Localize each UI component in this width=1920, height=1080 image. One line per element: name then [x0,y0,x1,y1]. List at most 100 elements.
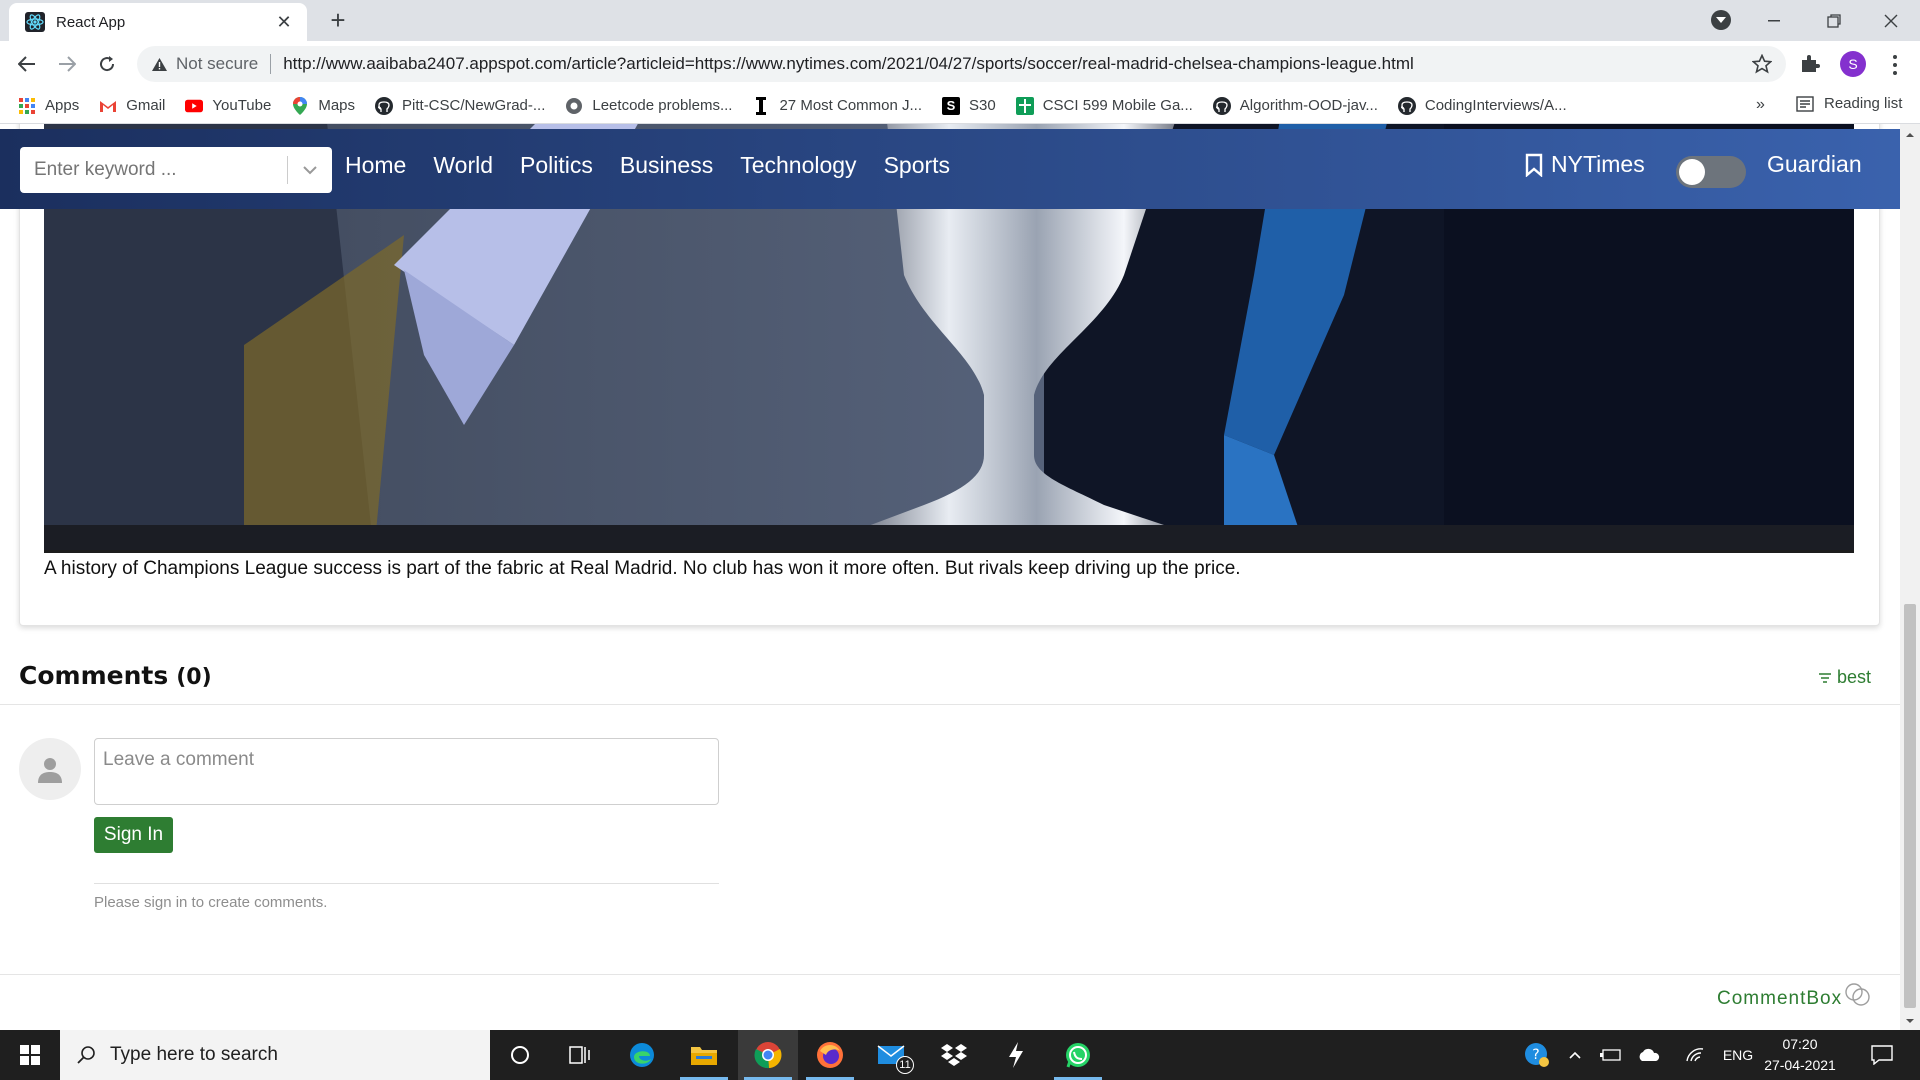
url-text[interactable]: http://www.aaibaba2407.appspot.com/artic… [283,54,1414,74]
reading-list-icon [1796,95,1814,112]
close-window-icon[interactable] [1862,0,1920,41]
guardian-label[interactable]: Guardian [1767,151,1862,178]
nav-link-home[interactable]: Home [345,152,406,179]
bookmark-star-icon[interactable] [1751,53,1773,79]
whatsapp-icon[interactable] [1048,1030,1108,1080]
new-tab-button[interactable]: + [324,5,352,35]
scroll-down-icon[interactable] [1900,1014,1920,1028]
source-toggle-switch[interactable] [1676,156,1746,188]
commentbox-logo-icon [1845,983,1870,1006]
file-explorer-icon[interactable] [674,1030,734,1080]
notifications-icon[interactable] [1862,1030,1902,1080]
nav-link-sports[interactable]: Sports [884,152,950,179]
lightning-app-icon[interactable] [986,1030,1046,1080]
nav-link-politics[interactable]: Politics [520,152,593,179]
reading-list-label: Reading list [1824,95,1903,112]
keyword-search-select[interactable]: Enter keyword ... [20,147,332,193]
bookmark-apps[interactable]: Apps [18,97,79,115]
github-icon [1397,96,1416,115]
forward-arrow-icon[interactable] [50,47,84,81]
s30-icon: S [942,96,961,115]
onedrive-icon[interactable] [1634,1030,1664,1080]
browser-menu-icon[interactable] [1885,53,1905,77]
nav-link-business[interactable]: Business [620,152,713,179]
gmail-icon [99,97,117,115]
bookmark-label: YouTube [212,97,272,114]
restore-icon[interactable] [1805,0,1863,41]
sign-in-button[interactable]: Sign In [94,817,173,853]
windows-taskbar: Type here to search 11 ? ENG 07:20 27-04… [0,1030,1920,1080]
bookmark-algorithm[interactable]: Algorithm-OOD-jav... [1212,96,1378,115]
taskbar-search-placeholder: Type here to search [110,1044,278,1065]
nav-link-world[interactable]: World [433,152,493,179]
comments-divider [0,704,1900,705]
reading-list-button[interactable]: Reading list [1796,95,1902,112]
security-indicator[interactable]: Not secure [151,54,258,74]
more-bookmarks-button[interactable]: » [1756,96,1765,114]
search-icon [77,1046,95,1064]
bookmark-label: Gmail [126,97,166,114]
signin-divider [94,883,719,884]
address-bar[interactable]: Not secure http://www.aaibaba2407.appspo… [137,46,1786,82]
bookmark-csci599[interactable]: CSCI 599 Mobile Ga... [1015,96,1193,115]
chrome-icon[interactable] [738,1030,798,1080]
tab-search-icon[interactable] [1711,10,1731,30]
address-separator [270,54,272,74]
browser-tab[interactable]: React App ✕ [9,3,307,41]
bookmark-pitt-csc[interactable]: Pitt-CSC/NewGrad-... [375,96,545,115]
chevron-down-icon[interactable] [288,165,332,175]
bookmark-icon[interactable] [1525,153,1543,177]
nytimes-link[interactable]: NYTimes [1525,151,1645,178]
wifi-icon[interactable] [1680,1030,1710,1080]
sort-icon [1819,672,1831,683]
bookmark-youtube[interactable]: YouTube [185,97,271,115]
cortana-icon[interactable] [490,1030,550,1080]
clock-date: 27-04-2021 [1764,1057,1836,1073]
clock-time: 07:20 [1782,1036,1818,1052]
mail-icon[interactable]: 11 [862,1030,922,1080]
bookmark-codinginterviews[interactable]: CodingInterviews/A... [1397,96,1567,115]
bookmark-indeed[interactable]: 27 Most Common J... [752,96,922,115]
comment-input[interactable]: Leave a comment [94,738,719,805]
back-arrow-icon[interactable] [10,47,44,81]
battery-icon[interactable] [1596,1030,1626,1080]
scroll-up-icon[interactable] [1900,128,1920,142]
sort-best-button[interactable]: best [1818,667,1871,688]
bookmark-label: Maps [318,97,356,114]
globe-icon [565,97,583,115]
security-label: Not secure [176,54,259,73]
bookmark-maps[interactable]: Maps [291,96,356,115]
bookmark-leetcode[interactable]: Leetcode problems... [565,97,732,115]
dropbox-icon[interactable] [924,1030,984,1080]
extensions-puzzle-icon[interactable] [1799,53,1821,80]
reload-icon[interactable] [90,47,124,81]
firefox-icon[interactable] [800,1030,860,1080]
minimize-icon[interactable] [1745,0,1803,41]
sheets-icon [1015,96,1034,115]
warning-icon [152,57,167,71]
taskbar-search-box[interactable]: Type here to search [60,1030,490,1080]
task-view-icon[interactable] [550,1030,610,1080]
bookmark-gmail[interactable]: Gmail [99,97,165,115]
bookmarks-bar: Apps Gmail YouTube Maps Pitt-CSC/NewGrad… [0,88,1920,124]
article-caption: A history of Champions League success is… [44,558,1241,579]
comments-heading: Comments (0) [19,661,212,690]
windows-start-icon[interactable] [0,1030,60,1080]
help-icon[interactable]: ? [1520,1030,1554,1080]
commentbox-brand-link[interactable]: CommentBox [1717,983,1872,1010]
profile-avatar[interactable]: S [1840,51,1866,77]
edge-icon[interactable] [612,1030,672,1080]
indeed-icon [752,96,770,115]
keyword-search-placeholder: Enter keyword ... [34,159,177,180]
youtube-icon [185,97,204,115]
language-indicator[interactable]: ENG [1718,1030,1758,1080]
close-tab-icon[interactable]: ✕ [273,11,295,33]
user-avatar-placeholder [19,738,81,800]
browser-tabstrip: React App ✕ + [0,0,1920,41]
page-scrollbar[interactable] [1900,124,1920,1030]
bookmark-s30[interactable]: S S30 [942,96,996,115]
scrollbar-thumb[interactable] [1904,604,1916,1008]
system-clock[interactable]: 07:20 27-04-2021 [1760,1034,1840,1076]
nav-link-technology[interactable]: Technology [740,152,856,179]
tray-overflow-icon[interactable] [1560,1030,1590,1080]
